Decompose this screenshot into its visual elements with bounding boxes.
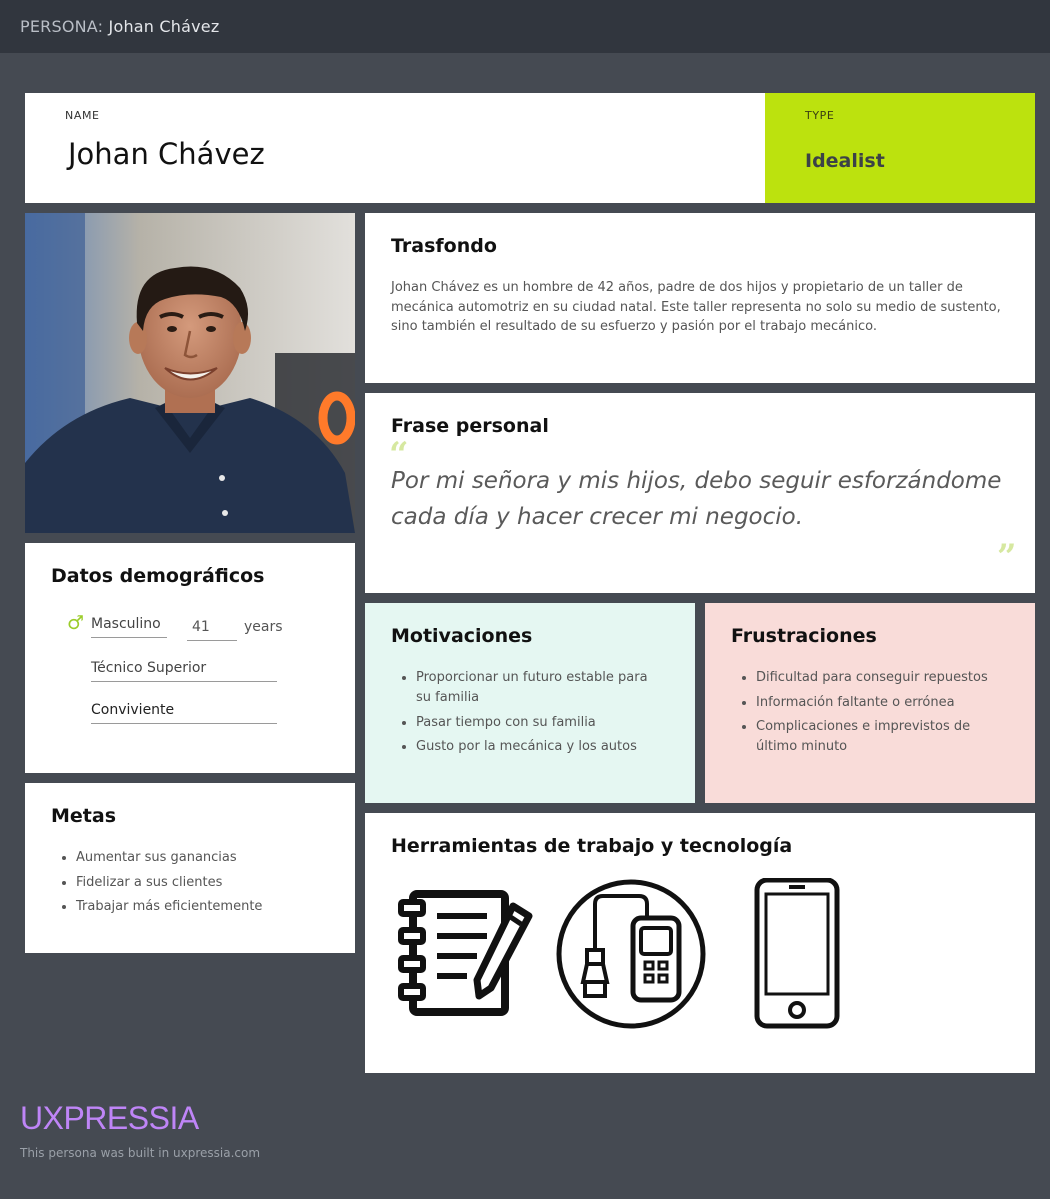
list-item[interactable]: Dificultad para conseguir repuestos (731, 668, 1001, 688)
name-card: NAME Johan Chávez (25, 93, 765, 203)
frustrations-card: Frustraciones Dificultad para conseguir … (705, 603, 1035, 803)
list-item[interactable]: Información faltante o errónea (731, 693, 1001, 713)
list-item[interactable]: Aumentar sus ganancias (51, 848, 321, 868)
top-bar: PERSONA: Johan Chávez (0, 0, 1050, 53)
notebook-pen-icon[interactable] (391, 878, 541, 1028)
age-unit-label: years (244, 619, 283, 635)
motivations-list: Proporcionar un futuro estable para su f… (391, 668, 661, 762)
list-item[interactable]: Pasar tiempo con su familia (391, 713, 661, 733)
civil-status-field[interactable]: Conviviente (91, 702, 277, 724)
demographics-title: Datos demográficos (51, 565, 265, 587)
name-label: NAME (65, 109, 100, 122)
persona-title-prefix: PERSONA: (20, 17, 104, 36)
age-field[interactable]: 41 (187, 619, 237, 641)
persona-photo[interactable] (25, 213, 355, 533)
background-card: Trasfondo Johan Chávez es un hombre de 4… (365, 213, 1035, 383)
list-item[interactable]: Trabajar más eficientemente (51, 897, 321, 917)
background-title: Trasfondo (391, 235, 497, 257)
persona-type[interactable]: Idealist (805, 150, 885, 172)
portrait-image (25, 213, 355, 533)
education-field[interactable]: Técnico Superior (91, 660, 277, 682)
goals-card: Metas Aumentar sus ganancias Fidelizar a… (25, 783, 355, 953)
close-quote-icon: ” (997, 537, 1017, 577)
persona-title: PERSONA: Johan Chávez (20, 17, 219, 36)
type-label: TYPE (805, 109, 835, 122)
goals-list: Aumentar sus ganancias Fidelizar a sus c… (51, 848, 321, 922)
list-item[interactable]: Complicaciones e imprevistos de último m… (731, 717, 1001, 757)
tools-card: Herramientas de trabajo y tecnología (365, 813, 1035, 1073)
frustrations-list: Dificultad para conseguir repuestos Info… (731, 668, 1001, 762)
male-icon: ♂ (67, 612, 85, 634)
smartphone-icon[interactable] (753, 878, 841, 1030)
built-with-text: This persona was built in uxpressia.com (20, 1146, 261, 1160)
gender-field[interactable]: Masculino (91, 616, 167, 638)
type-card: TYPE Idealist (765, 93, 1035, 203)
motivations-card: Motivaciones Proporcionar un futuro esta… (365, 603, 695, 803)
list-item[interactable]: Proporcionar un futuro estable para su f… (391, 668, 661, 708)
goals-title: Metas (51, 805, 117, 827)
uxpressia-logo[interactable]: UXPRESSIA (20, 1100, 199, 1137)
frustrations-title: Frustraciones (731, 625, 877, 647)
motivations-title: Motivaciones (391, 625, 533, 647)
quote-text[interactable]: Por mi señora y mis hijos, debo seguir e… (391, 463, 1021, 535)
list-item[interactable]: Fidelizar a sus clientes (51, 873, 321, 893)
obd-scanner-icon[interactable] (555, 878, 707, 1030)
persona-title-name: Johan Chávez (108, 17, 220, 36)
demographics-card: Datos demográficos ♂ Masculino 41 years … (25, 543, 355, 773)
persona-name[interactable]: Johan Chávez (68, 137, 265, 171)
tools-title: Herramientas de trabajo y tecnología (391, 835, 793, 857)
background-text[interactable]: Johan Chávez es un hombre de 42 años, pa… (391, 278, 1016, 337)
quote-card: Frase personal “ Por mi señora y mis hij… (365, 393, 1035, 593)
list-item[interactable]: Gusto por la mecánica y los autos (391, 737, 661, 757)
quote-title: Frase personal (391, 415, 549, 437)
